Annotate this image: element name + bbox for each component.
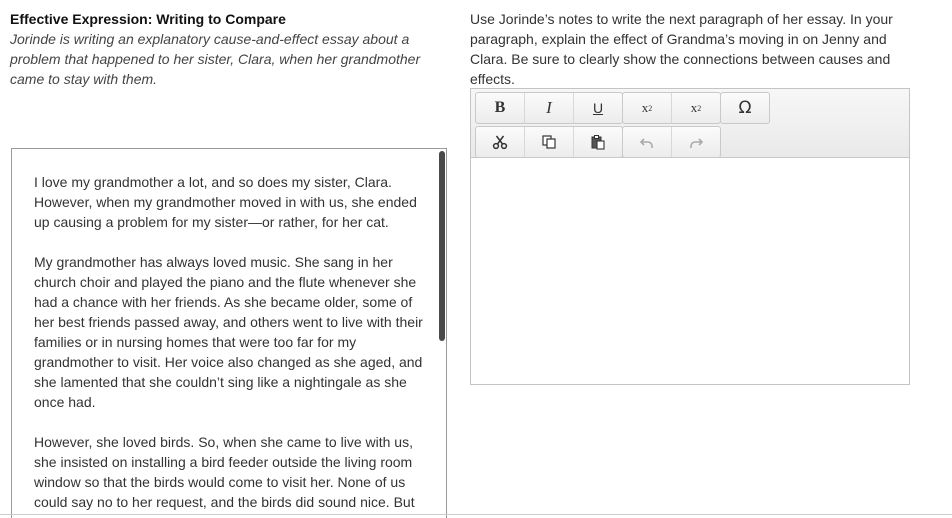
activity-title: Effective Expression: Writing to Compare	[10, 11, 286, 27]
superscript-button[interactable]: x2	[623, 93, 672, 123]
activity-intro: Jorinde is writing an explanatory cause-…	[10, 31, 421, 87]
superscript-mark: 2	[648, 104, 653, 113]
rich-text-editor: B I U x2 x2 Ω	[470, 88, 910, 385]
subscript-mark: 2	[697, 104, 702, 113]
editor-toolbar: B I U x2 x2 Ω	[471, 89, 909, 158]
script-group: x2 x2	[622, 92, 721, 124]
copy-icon	[542, 135, 556, 149]
passage-paragraph-1: I love my grandmother a lot, and so does…	[34, 174, 417, 230]
copy-button[interactable]	[525, 127, 574, 157]
passage-scrollbar-thumb[interactable]	[439, 151, 445, 341]
passage-scroll-box[interactable]: I love my grandmother a lot, and so does…	[11, 148, 447, 518]
undo-button[interactable]	[623, 127, 672, 157]
cut-button[interactable]	[476, 127, 525, 157]
scissors-icon	[492, 135, 508, 150]
subscript-button[interactable]: x2	[672, 93, 720, 123]
paste-button[interactable]	[574, 127, 622, 157]
special-character-button[interactable]: Ω	[721, 93, 769, 123]
essay-text-area[interactable]	[471, 158, 909, 384]
paste-icon	[591, 135, 605, 150]
clipboard-group	[475, 126, 623, 158]
passage-content: I love my grandmother a lot, and so does…	[12, 149, 446, 512]
passage-paragraph-3: However, she loved birds. So, when she c…	[34, 434, 415, 510]
activity-header: Effective Expression: Writing to Compare…	[10, 9, 440, 89]
bold-button[interactable]: B	[476, 93, 525, 123]
italic-button[interactable]: I	[525, 93, 574, 123]
format-group: B I U	[475, 92, 623, 124]
underline-button[interactable]: U	[574, 93, 622, 123]
bottom-divider	[0, 514, 952, 515]
writing-prompt: Use Jorinde’s notes to write the next pa…	[470, 11, 893, 87]
history-group	[622, 126, 721, 158]
undo-icon	[639, 138, 653, 148]
special-group: Ω	[720, 92, 770, 124]
passage-paragraph-2: My grandmother has always loved music. S…	[34, 254, 423, 410]
redo-icon	[690, 138, 704, 148]
redo-button[interactable]	[672, 127, 720, 157]
